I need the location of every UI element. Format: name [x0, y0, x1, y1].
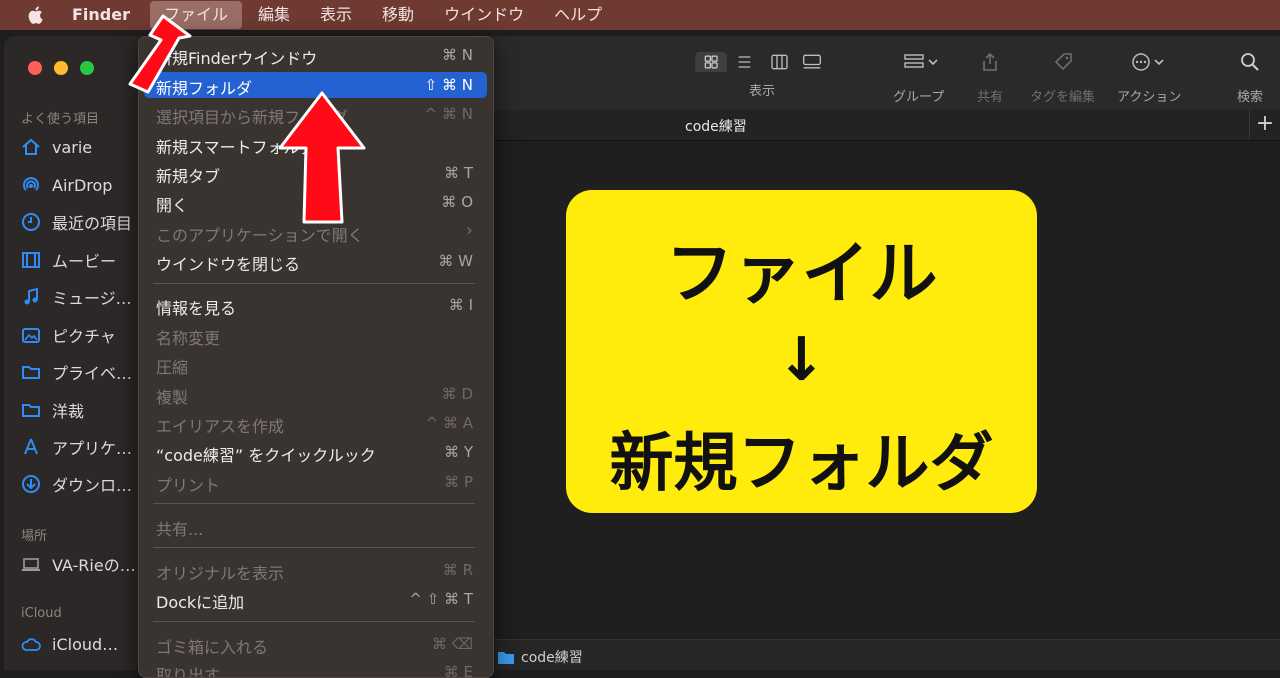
red-arrow-to-file-menu — [128, 14, 192, 94]
red-arrow-to-new-folder — [278, 91, 366, 224]
annotation-arrows — [128, 14, 366, 224]
